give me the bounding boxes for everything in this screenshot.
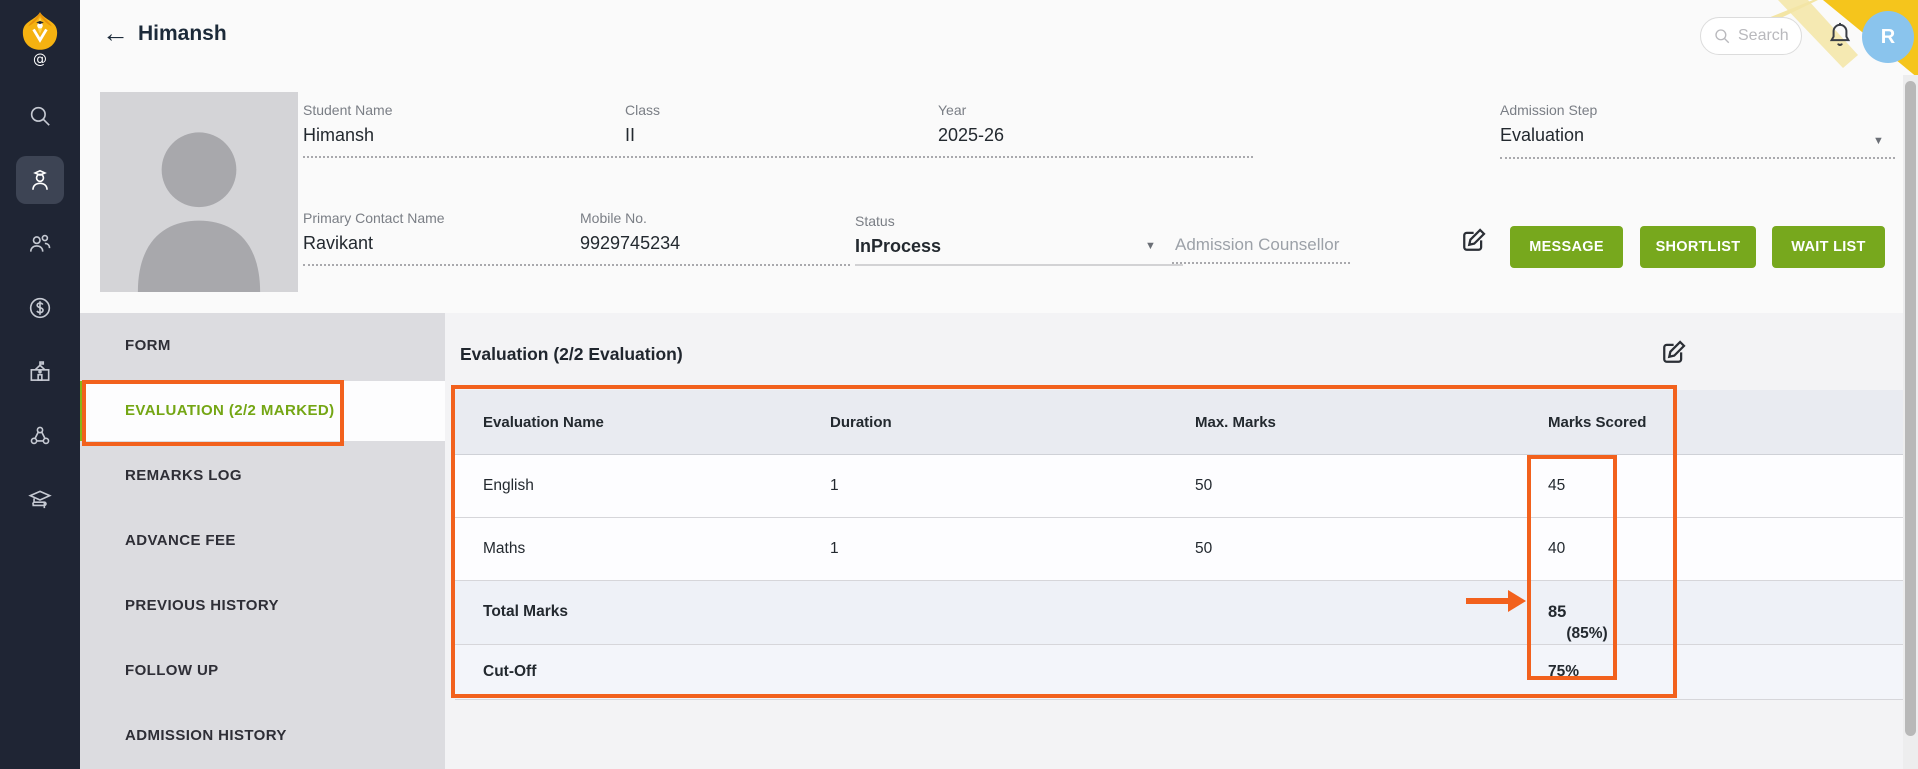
admission-step-select[interactable]: Admission Step Evaluation	[1500, 102, 1597, 146]
svg-text:@: @	[33, 52, 47, 68]
search-label: Search	[1738, 27, 1789, 44]
person-silhouette-icon	[137, 132, 261, 292]
community-nav-icon[interactable]	[16, 412, 64, 460]
subnav-item-follow-up[interactable]: FOLLOW UP	[80, 641, 445, 701]
chevron-down-icon[interactable]: ▼	[1873, 135, 1884, 147]
student-sections-nav: FORM EVALUATION (2/2 MARKED) REMARKS LOG…	[80, 313, 445, 769]
cell-duration: 1	[830, 540, 839, 557]
field-label: Status	[855, 213, 895, 229]
evaluation-table: Evaluation Name Duration Max. Marks Mark…	[455, 390, 1905, 700]
field-label: Mobile No.	[580, 210, 647, 226]
vertical-scrollbar[interactable]	[1903, 75, 1918, 769]
chevron-down-icon[interactable]: ▼	[1145, 240, 1156, 252]
waitlist-button[interactable]: WAIT LIST	[1772, 226, 1885, 268]
fees-nav-icon[interactable]	[16, 284, 64, 332]
total-marks-value: 85	[1548, 603, 1567, 621]
sidebar-menu	[0, 92, 80, 540]
field-label: Student Name	[303, 102, 393, 118]
avatar-initial: R	[1880, 25, 1896, 48]
cell-scored: 85 (85%)	[1548, 603, 1608, 642]
search-icon	[1715, 29, 1730, 44]
table-row-maths: Maths 1 50 40	[455, 518, 1905, 581]
field-value: Evaluation	[1500, 125, 1585, 145]
field-year: Year 2025-26	[938, 102, 1004, 146]
table-row-total-marks: Total Marks 85 (85%)	[455, 581, 1905, 645]
evaluation-panel: Evaluation (2/2 Evaluation) Evaluation N…	[445, 313, 1918, 769]
top-bar: ← Himansh Search R	[80, 0, 1918, 78]
field-mobile: Mobile No. 9929745234	[580, 210, 680, 254]
table-row-english: English 1 50 45	[455, 455, 1905, 518]
field-underline	[1172, 262, 1350, 264]
cell-name: Cut-Off	[483, 663, 537, 680]
student-photo-placeholder	[100, 92, 298, 292]
cell-duration: 1	[830, 477, 839, 494]
cell-scored: 40	[1548, 540, 1566, 557]
field-label: Primary Contact Name	[303, 210, 445, 226]
col-header-duration: Duration	[830, 414, 892, 431]
field-primary-contact: Primary Contact Name Ravikant	[303, 210, 445, 254]
field-student-name: Student Name Himansh	[303, 102, 393, 146]
edit-evaluation-icon[interactable]	[1658, 338, 1688, 368]
user-avatar[interactable]: R	[1862, 11, 1914, 63]
sidebar: @	[0, 0, 80, 769]
field-underline	[1500, 157, 1895, 159]
app-logo-icon: @	[22, 12, 58, 68]
subnav-item-form[interactable]: FORM	[80, 316, 445, 376]
cell-max: 50	[1195, 540, 1213, 557]
field-label: Year	[938, 102, 967, 118]
back-arrow-icon[interactable]: ←	[102, 20, 129, 47]
cell-name: English	[483, 477, 534, 494]
field-underline	[303, 264, 850, 266]
field-value: InProcess	[855, 236, 942, 256]
shortlist-button[interactable]: SHORTLIST	[1640, 226, 1756, 268]
message-button[interactable]: MESSAGE	[1510, 226, 1623, 268]
edit-counsellor-icon[interactable]	[1458, 226, 1488, 256]
cell-scored: 75%	[1548, 663, 1580, 680]
field-value: 2025-26	[938, 125, 1005, 145]
table-header-row: Evaluation Name Duration Max. Marks Mark…	[455, 390, 1905, 455]
student-header-panel: Student Name Himansh Class II Year 2025-…	[80, 75, 1918, 313]
subnav-item-previous-history[interactable]: PREVIOUS HISTORY	[80, 576, 445, 636]
notifications-bell-icon[interactable]	[1826, 20, 1854, 52]
col-header-evaluation-name: Evaluation Name	[483, 414, 604, 431]
subnav-item-remarks-log[interactable]: REMARKS LOG	[80, 446, 445, 506]
people-nav-icon[interactable]	[16, 220, 64, 268]
students-nav-icon[interactable]	[16, 156, 64, 204]
page-title: Himansh	[138, 22, 227, 45]
subnav-item-advance-fee[interactable]: ADVANCE FEE	[80, 511, 445, 571]
cell-max: 50	[1195, 477, 1213, 494]
field-underline	[303, 156, 1253, 158]
scrollbar-thumb[interactable]	[1905, 81, 1916, 736]
col-header-marks-scored: Marks Scored	[1548, 414, 1647, 431]
school-nav-icon[interactable]	[16, 348, 64, 396]
field-label: Admission Step	[1500, 102, 1598, 118]
search-nav-icon[interactable]	[16, 92, 64, 140]
cell-name: Maths	[483, 540, 526, 557]
field-value: Himansh	[303, 125, 375, 145]
status-select[interactable]: Status InProcess	[855, 213, 941, 257]
status-underline	[855, 264, 1183, 266]
academics-nav-icon[interactable]	[16, 476, 64, 524]
field-class: Class II	[625, 102, 660, 146]
field-value: II	[625, 125, 636, 145]
evaluation-heading: Evaluation (2/2 Evaluation)	[460, 344, 683, 364]
table-row-cutoff: Cut-Off 75%	[455, 645, 1905, 700]
total-marks-percent: (85%)	[1566, 625, 1608, 642]
admission-counsellor-input[interactable]: Admission Counsellor	[1175, 235, 1339, 255]
field-label: Class	[625, 102, 661, 118]
field-value: Ravikant	[303, 233, 374, 253]
col-header-max-marks: Max. Marks	[1195, 414, 1276, 431]
subnav-item-admission-history[interactable]: ADMISSION HISTORY	[80, 706, 445, 766]
subnav-item-evaluation[interactable]: EVALUATION (2/2 MARKED)	[80, 381, 445, 441]
search-button[interactable]: Search	[1700, 17, 1802, 55]
field-value: 9929745234	[580, 233, 681, 253]
cell-scored: 45	[1548, 477, 1566, 494]
cell-name: Total Marks	[483, 603, 568, 620]
